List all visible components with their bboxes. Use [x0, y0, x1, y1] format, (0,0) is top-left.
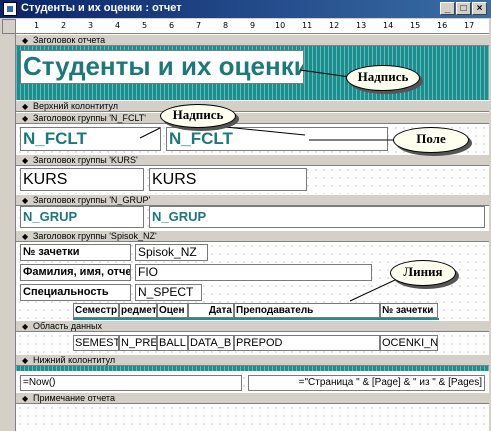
- section-arrow-icon: ◆: [22, 156, 29, 165]
- ruler-mark: 5: [142, 21, 148, 30]
- window-title-bar[interactable]: Студенты и их оценки : отчет _ □ ×: [0, 0, 491, 18]
- fclt-field[interactable]: N_FCLT: [166, 127, 388, 151]
- section-arrow-icon: ◆: [22, 36, 29, 45]
- page-footer-body[interactable]: =Now() ="Страница " & [Page] & " из " & …: [16, 366, 489, 392]
- ruler-corner[interactable]: [2, 19, 16, 34]
- nz-field[interactable]: Spisok_NZ: [135, 244, 208, 261]
- report-title-label[interactable]: Студенты и их оценки: [20, 50, 304, 84]
- ruler-mark: 17: [464, 21, 475, 30]
- col-header-nz[interactable]: № зачетки: [380, 303, 438, 318]
- section-arrow-icon: ◆: [22, 102, 29, 111]
- ruler-mark: 15: [410, 21, 421, 30]
- section-group-kurs[interactable]: ◆ Заголовок группы 'KURS': [16, 154, 489, 166]
- section-arrow-icon: ◆: [22, 394, 29, 403]
- col-header-prepod[interactable]: Преподаватель: [234, 303, 380, 318]
- ruler-mark: 13: [356, 21, 367, 30]
- spec-field[interactable]: N_SPECT: [135, 284, 202, 301]
- callout-nadpis-label: Надпись: [160, 104, 236, 128]
- ruler-mark: 16: [437, 21, 448, 30]
- ruler-mark: 9: [250, 21, 256, 30]
- ruler-mark: 7: [196, 21, 202, 30]
- col-header-semestr[interactable]: Семестр: [73, 303, 119, 318]
- section-arrow-icon: ◆: [22, 196, 29, 205]
- group-grup-body[interactable]: N_GRUP N_GRUP: [16, 206, 489, 230]
- fio-field[interactable]: FIO: [135, 264, 372, 281]
- report-icon: [3, 2, 17, 16]
- section-detail[interactable]: ◆ Область данных: [16, 320, 489, 332]
- nz-label[interactable]: № зачетки: [20, 244, 131, 261]
- ruler-mark: 11: [302, 21, 313, 30]
- section-label: Заголовок отчета: [33, 35, 106, 45]
- section-arrow-icon: ◆: [22, 356, 29, 365]
- detail-body[interactable]: SEMEST N_PRE BALL DATA_B PREPOD OCENKI_N…: [16, 332, 489, 354]
- section-label: Заголовок группы 'Spisok_NZ': [33, 231, 157, 241]
- spec-label[interactable]: Специальность: [20, 284, 131, 301]
- vertical-ruler[interactable]: [2, 34, 16, 431]
- col-header-ocenka[interactable]: Оцен: [157, 303, 188, 318]
- section-page-header[interactable]: ◆ Верхний колонтитул: [16, 100, 489, 112]
- section-arrow-icon: ◆: [22, 232, 29, 241]
- section-label: Заголовок группы 'N_FCLT': [33, 113, 146, 123]
- grup-field[interactable]: N_GRUP: [149, 206, 485, 228]
- footer-divider-line[interactable]: [16, 366, 489, 371]
- callout-nadpis-title: Надпись: [346, 65, 420, 91]
- section-label: Нижний колонтитул: [33, 355, 116, 365]
- section-arrow-icon: ◆: [22, 114, 29, 123]
- ruler-mark: 14: [383, 21, 394, 30]
- field-ball[interactable]: BALL: [157, 335, 188, 351]
- section-arrow-icon: ◆: [22, 322, 29, 331]
- fio-label[interactable]: Фамилия, имя, отчес: [20, 264, 131, 281]
- field-prepod[interactable]: PREPOD: [234, 335, 380, 351]
- ruler-mark: 3: [88, 21, 94, 30]
- minimize-button[interactable]: _: [440, 2, 455, 15]
- col-header-data[interactable]: Дата: [188, 303, 234, 318]
- section-report-footer[interactable]: ◆ Примечание отчета: [16, 392, 489, 404]
- field-data[interactable]: DATA_B: [188, 335, 234, 351]
- section-label: Примечание отчета: [33, 393, 115, 403]
- ruler-mark: 10: [275, 21, 286, 30]
- field-ocenki-nz[interactable]: OCENKI_NZ: [380, 335, 438, 351]
- field-predmet[interactable]: N_PRE: [119, 335, 157, 351]
- page-number-field[interactable]: ="Страница " & [Page] & " из " & [Pages]: [248, 375, 485, 391]
- ruler-mark: 1: [34, 21, 40, 30]
- maximize-button[interactable]: □: [456, 2, 471, 15]
- section-group-fclt[interactable]: ◆ Заголовок группы 'N_FCLT': [16, 112, 489, 124]
- kurs-label[interactable]: KURS: [20, 168, 144, 191]
- section-report-header[interactable]: ◆ Заголовок отчета: [16, 34, 489, 46]
- callout-linia: Линия: [390, 260, 456, 286]
- section-label: Область данных: [33, 321, 102, 331]
- horizontal-ruler[interactable]: 1 2 3 4 5 6 7 8 9 10 11 12 13 14 15 16 1…: [16, 19, 489, 34]
- ruler-mark: 2: [61, 21, 67, 30]
- ruler-mark: 6: [169, 21, 175, 30]
- fclt-label[interactable]: N_FCLT: [20, 127, 161, 151]
- callout-pole: Поле: [393, 127, 469, 153]
- kurs-field[interactable]: KURS: [149, 168, 307, 191]
- section-label: Верхний колонтитул: [33, 101, 119, 111]
- window-title: Студенты и их оценки : отчет: [21, 2, 182, 14]
- section-label: Заголовок группы 'N_GRUP': [33, 195, 151, 205]
- ruler-mark: 4: [115, 21, 121, 30]
- close-button[interactable]: ×: [472, 2, 487, 15]
- field-semest[interactable]: SEMEST: [73, 335, 119, 351]
- report-footer-body[interactable]: [16, 404, 489, 431]
- section-group-spisok[interactable]: ◆ Заголовок группы 'Spisok_NZ': [16, 230, 489, 242]
- section-group-grup[interactable]: ◆ Заголовок группы 'N_GRUP': [16, 194, 489, 206]
- col-header-predmet[interactable]: редмет: [119, 303, 157, 318]
- ruler-mark: 12: [329, 21, 340, 30]
- ruler-mark: 8: [223, 21, 229, 30]
- group-kurs-body[interactable]: KURS KURS: [16, 166, 489, 194]
- section-label: Заголовок группы 'KURS': [33, 155, 138, 165]
- grup-label[interactable]: N_GRUP: [20, 206, 144, 228]
- now-field[interactable]: =Now(): [20, 375, 242, 391]
- section-page-footer[interactable]: ◆ Нижний колонтитул: [16, 354, 489, 366]
